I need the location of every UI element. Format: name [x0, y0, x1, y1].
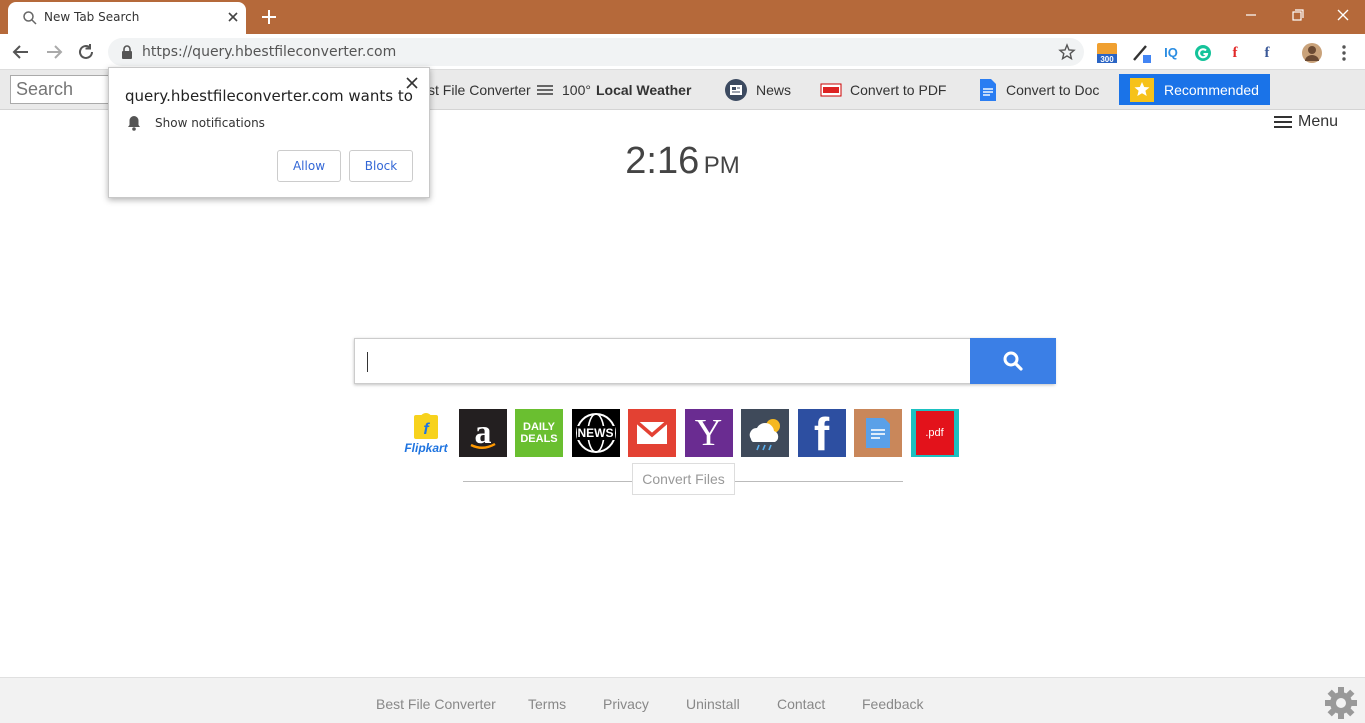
footer-link-best-file-converter[interactable]: Best File Converter	[376, 696, 496, 712]
best-file-converter-label: st File Converter	[428, 82, 531, 98]
convert-to-pdf-label: Convert to PDF	[850, 82, 947, 98]
close-window-icon[interactable]	[1330, 4, 1356, 26]
popup-title: query.hbestfileconverter.com wants to	[125, 87, 413, 105]
weather-cloud-icon	[749, 419, 780, 451]
footer-link-terms[interactable]: Terms	[528, 696, 566, 712]
reload-icon[interactable]	[75, 41, 97, 63]
pdf-icon	[820, 83, 842, 97]
recommended-label: Recommended	[1164, 81, 1259, 98]
flipkart-bag-icon: f	[414, 413, 438, 439]
convert-to-doc-link[interactable]: Convert to Doc	[978, 70, 1099, 110]
forward-icon[interactable]	[43, 41, 65, 63]
rss-300-icon[interactable]: 300	[1096, 42, 1118, 64]
recommended-button[interactable]: Recommended	[1119, 74, 1270, 105]
hamburger-icon	[1274, 116, 1292, 128]
main-search-input[interactable]	[355, 339, 970, 383]
tile-daily-deals[interactable]: DAILY DEALS	[515, 409, 563, 457]
best-file-converter-link[interactable]: st File Converter	[428, 70, 531, 110]
doc-icon	[980, 79, 996, 101]
yahoo-label: Y	[694, 412, 723, 454]
allow-button[interactable]: Allow	[277, 150, 341, 182]
footer-link-privacy[interactable]: Privacy	[603, 696, 649, 712]
back-icon[interactable]	[10, 41, 32, 63]
weather-temp: 100°	[562, 82, 591, 98]
avatar[interactable]	[1301, 42, 1323, 64]
tile-amazon[interactable]: a	[458, 409, 507, 457]
news-link[interactable]: News	[724, 70, 791, 110]
search-button[interactable]	[970, 338, 1056, 384]
tile-weather[interactable]	[741, 409, 789, 457]
address-bar[interactable]: https://query.hbestfileconverter.com	[108, 38, 1084, 66]
flipboard-icon[interactable]: f	[1224, 42, 1246, 64]
convert-files-button[interactable]: Convert Files	[632, 463, 735, 495]
tile-yahoo[interactable]: Y	[684, 409, 733, 457]
tile-news[interactable]: NEWS	[571, 409, 620, 457]
restore-icon[interactable]	[1284, 4, 1310, 26]
news-label: News	[756, 82, 792, 98]
search-icon	[1003, 351, 1023, 371]
clock-time: 2:16	[625, 140, 700, 182]
grammarly-icon[interactable]	[1192, 42, 1214, 64]
daily-deals-label: DAILY DEALS	[520, 421, 558, 445]
convert-to-doc-label: Convert to Doc	[1006, 82, 1100, 98]
convert-to-pdf-link[interactable]: Convert to PDF	[820, 70, 946, 110]
footer-link-contact[interactable]: Contact	[777, 696, 825, 712]
pen-icon[interactable]	[1130, 42, 1152, 64]
quick-links: f Flipkart a DAILY DEALS NEWS Y f .pdf	[402, 409, 967, 457]
footer-link-feedback[interactable]: Feedback	[862, 696, 923, 712]
text-caret	[367, 352, 368, 372]
close-icon[interactable]	[405, 76, 419, 90]
tile-facebook[interactable]: f	[797, 409, 846, 457]
tile-docs[interactable]	[854, 409, 902, 457]
bookmark-star-icon[interactable]	[1058, 43, 1076, 61]
new-tab-icon[interactable]	[258, 6, 280, 28]
notification-permission-popup: query.hbestfileconverter.com wants to Sh…	[108, 67, 430, 198]
block-button[interactable]: Block	[349, 150, 413, 182]
star-icon	[1130, 77, 1154, 102]
main-search-box	[354, 338, 1056, 384]
svg-text:300: 300	[1100, 55, 1114, 64]
browser-tab[interactable]: New Tab Search	[8, 2, 246, 34]
iq-icon[interactable]: IQ	[1160, 42, 1182, 64]
tab-title: New Tab Search	[44, 10, 140, 24]
weather-lines-icon	[537, 85, 553, 95]
news-tile-label: NEWS	[576, 426, 615, 440]
document-icon	[866, 418, 890, 448]
tile-flipkart[interactable]: f Flipkart	[402, 409, 450, 457]
mail-icon	[636, 421, 668, 444]
bell-icon	[128, 116, 140, 131]
facebook-icon[interactable]: f	[1256, 42, 1278, 64]
more-icon[interactable]	[1333, 42, 1355, 64]
tile-pdf[interactable]: .pdf	[910, 409, 959, 457]
browser-toolbar: https://query.hbestfileconverter.com 300…	[0, 34, 1365, 70]
flipkart-label: Flipkart	[404, 441, 448, 455]
menu-button[interactable]: Menu	[1274, 112, 1338, 132]
menu-label: Menu	[1298, 113, 1339, 130]
search-icon	[23, 11, 37, 25]
browser-titlebar: New Tab Search	[0, 0, 1365, 34]
close-tab-icon[interactable]	[224, 8, 242, 26]
footer-link-uninstall[interactable]: Uninstall	[686, 696, 740, 712]
local-weather-link[interactable]: 100° Local Weather	[536, 70, 691, 110]
popup-permission: Show notifications	[155, 116, 265, 130]
facebook-tile-label: f	[813, 409, 830, 457]
amazon-icon: a	[469, 414, 496, 451]
gear-icon[interactable]	[1324, 686, 1358, 720]
minimize-icon[interactable]	[1238, 4, 1264, 26]
clock-ampm: PM	[703, 152, 740, 179]
footer: Best File Converter Terms Privacy Uninst…	[0, 677, 1365, 723]
weather-label: Local Weather	[595, 82, 692, 98]
url-text[interactable]: https://query.hbestfileconverter.com	[142, 44, 396, 60]
tile-gmail[interactable]	[628, 409, 676, 457]
lock-icon[interactable]	[120, 44, 134, 60]
pdf-badge: .pdf	[915, 411, 954, 455]
pdf-tile-label: .pdf	[925, 427, 944, 439]
news-icon	[725, 79, 747, 101]
